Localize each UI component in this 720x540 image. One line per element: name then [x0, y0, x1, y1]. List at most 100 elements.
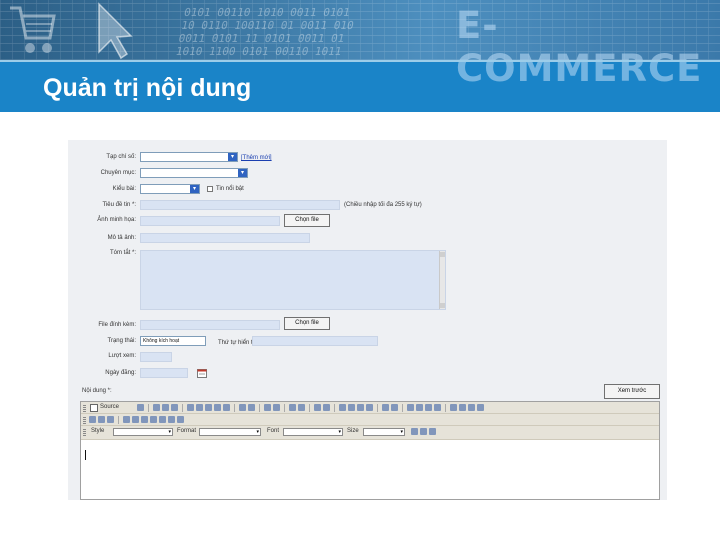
page-break-icon[interactable]	[177, 416, 184, 423]
views-input[interactable]	[140, 352, 172, 362]
chevron-down-icon: ▾	[228, 153, 237, 161]
templates-icon[interactable]	[171, 404, 178, 411]
bulleted-list-icon[interactable]	[416, 404, 423, 411]
order-input[interactable]	[252, 336, 378, 346]
image-icon[interactable]	[123, 416, 130, 423]
unlink-icon[interactable]	[98, 416, 105, 423]
cut-icon[interactable]	[187, 404, 194, 411]
redo-icon[interactable]	[273, 404, 280, 411]
background-color-icon[interactable]	[420, 428, 427, 435]
subscript-icon[interactable]	[382, 404, 389, 411]
font-select[interactable]: ▾	[283, 428, 343, 436]
field-label-type: Kiểu bài:	[112, 186, 136, 192]
toolbar-separator	[309, 404, 310, 412]
find-icon[interactable]	[289, 404, 296, 411]
outdent-icon[interactable]	[425, 404, 432, 411]
bold-icon[interactable]	[339, 404, 346, 411]
paste-text-icon[interactable]	[214, 404, 221, 411]
replace-icon[interactable]	[298, 404, 305, 411]
title-hint: (Chiều nhập tối đa 255 ký tự)	[344, 202, 422, 208]
print-icon[interactable]	[239, 404, 246, 411]
type-select[interactable]: ▾	[140, 184, 200, 194]
add-new-link[interactable]: [Thêm mới]	[241, 155, 272, 161]
calendar-icon[interactable]	[197, 368, 207, 378]
choose-attachment-button[interactable]: Chọn file	[284, 317, 330, 330]
copy-icon[interactable]	[196, 404, 203, 411]
image-input[interactable]	[140, 216, 280, 226]
special-char-icon[interactable]	[168, 416, 175, 423]
spellcheck-icon[interactable]	[248, 404, 255, 411]
chevron-down-icon: ▾	[400, 429, 403, 435]
preview-button[interactable]: Xem trước	[604, 384, 660, 399]
remove-format-icon[interactable]	[323, 404, 330, 411]
paste-icon[interactable]	[205, 404, 212, 411]
align-justify-icon[interactable]	[477, 404, 484, 411]
align-left-icon[interactable]	[450, 404, 457, 411]
paste-word-icon[interactable]	[223, 404, 230, 411]
editor-toolbar-row-2	[81, 414, 659, 426]
post-date-input[interactable]	[140, 368, 188, 378]
editor-content-area[interactable]	[81, 441, 659, 500]
field-label-attachment: File đính kèm:	[98, 322, 136, 328]
rich-text-editor: Source Style ▾ Format ▾ Font ▾ Size ▾	[80, 401, 660, 500]
undo-icon[interactable]	[264, 404, 271, 411]
size-select[interactable]: ▾	[363, 428, 405, 436]
chevron-down-icon: ▾	[190, 185, 199, 193]
toolbar-grip[interactable]	[83, 416, 86, 424]
field-label-post-date: Ngày đăng:	[105, 370, 136, 376]
link-icon[interactable]	[89, 416, 96, 423]
toolbar-grip[interactable]	[83, 428, 86, 436]
preview-icon[interactable]	[162, 404, 169, 411]
toolbar-separator	[182, 404, 183, 412]
summary-textarea[interactable]	[140, 250, 446, 310]
featured-label: Tin nổi bật	[216, 186, 244, 192]
align-center-icon[interactable]	[459, 404, 466, 411]
banner-divider	[0, 60, 720, 62]
italic-icon[interactable]	[348, 404, 355, 411]
toolbar-separator	[445, 404, 446, 412]
field-label-content: Nội dung *:	[82, 388, 112, 394]
text-color-icon[interactable]	[411, 428, 418, 435]
image-caption-input[interactable]	[140, 233, 310, 243]
indent-icon[interactable]	[434, 404, 441, 411]
status-select[interactable]: Không kích hoạt	[140, 336, 206, 346]
toolbar-separator	[259, 404, 260, 412]
slide-banner: 0101 00110 1010 0011 0101 10 0110 100110…	[0, 0, 720, 112]
source-label[interactable]: Source	[100, 404, 119, 410]
source-icon[interactable]	[90, 404, 98, 412]
align-right-icon[interactable]	[468, 404, 475, 411]
attachment-input[interactable]	[140, 320, 280, 330]
horizontal-rule-icon[interactable]	[150, 416, 157, 423]
flash-icon[interactable]	[132, 416, 139, 423]
issue-select[interactable]: ▾	[140, 152, 238, 162]
format-select[interactable]: ▾	[199, 428, 261, 436]
superscript-icon[interactable]	[391, 404, 398, 411]
toolbar-separator	[118, 416, 119, 424]
help-icon[interactable]	[429, 428, 436, 435]
toolbar-icons-row-3	[411, 428, 436, 436]
style-select[interactable]: ▾	[113, 428, 173, 436]
featured-checkbox[interactable]	[207, 186, 213, 192]
shopping-cart-icon	[10, 6, 56, 53]
new-page-icon[interactable]	[137, 404, 144, 411]
toolbar-grip[interactable]	[83, 404, 86, 412]
toolbar-separator	[148, 404, 149, 412]
select-all-icon[interactable]	[314, 404, 321, 411]
toolbar-separator	[234, 404, 235, 412]
scroll-up-arrow[interactable]	[440, 252, 445, 257]
title-input[interactable]	[140, 200, 340, 210]
choose-image-button[interactable]: Chọn file	[284, 214, 330, 227]
strikethrough-icon[interactable]	[366, 404, 373, 411]
save-icon[interactable]	[153, 404, 160, 411]
table-icon[interactable]	[141, 416, 148, 423]
summary-scrollbar[interactable]	[439, 251, 445, 309]
editor-toolbar-row-1: Source	[81, 402, 659, 414]
numbered-list-icon[interactable]	[407, 404, 414, 411]
category-select[interactable]: ▾	[140, 168, 248, 178]
smiley-icon[interactable]	[159, 416, 166, 423]
underline-icon[interactable]	[357, 404, 364, 411]
anchor-icon[interactable]	[107, 416, 114, 423]
scroll-down-arrow[interactable]	[440, 303, 445, 308]
page-title: Quản trị nội dung	[43, 74, 252, 102]
field-label-title: Tiêu đề tin *:	[102, 202, 136, 208]
